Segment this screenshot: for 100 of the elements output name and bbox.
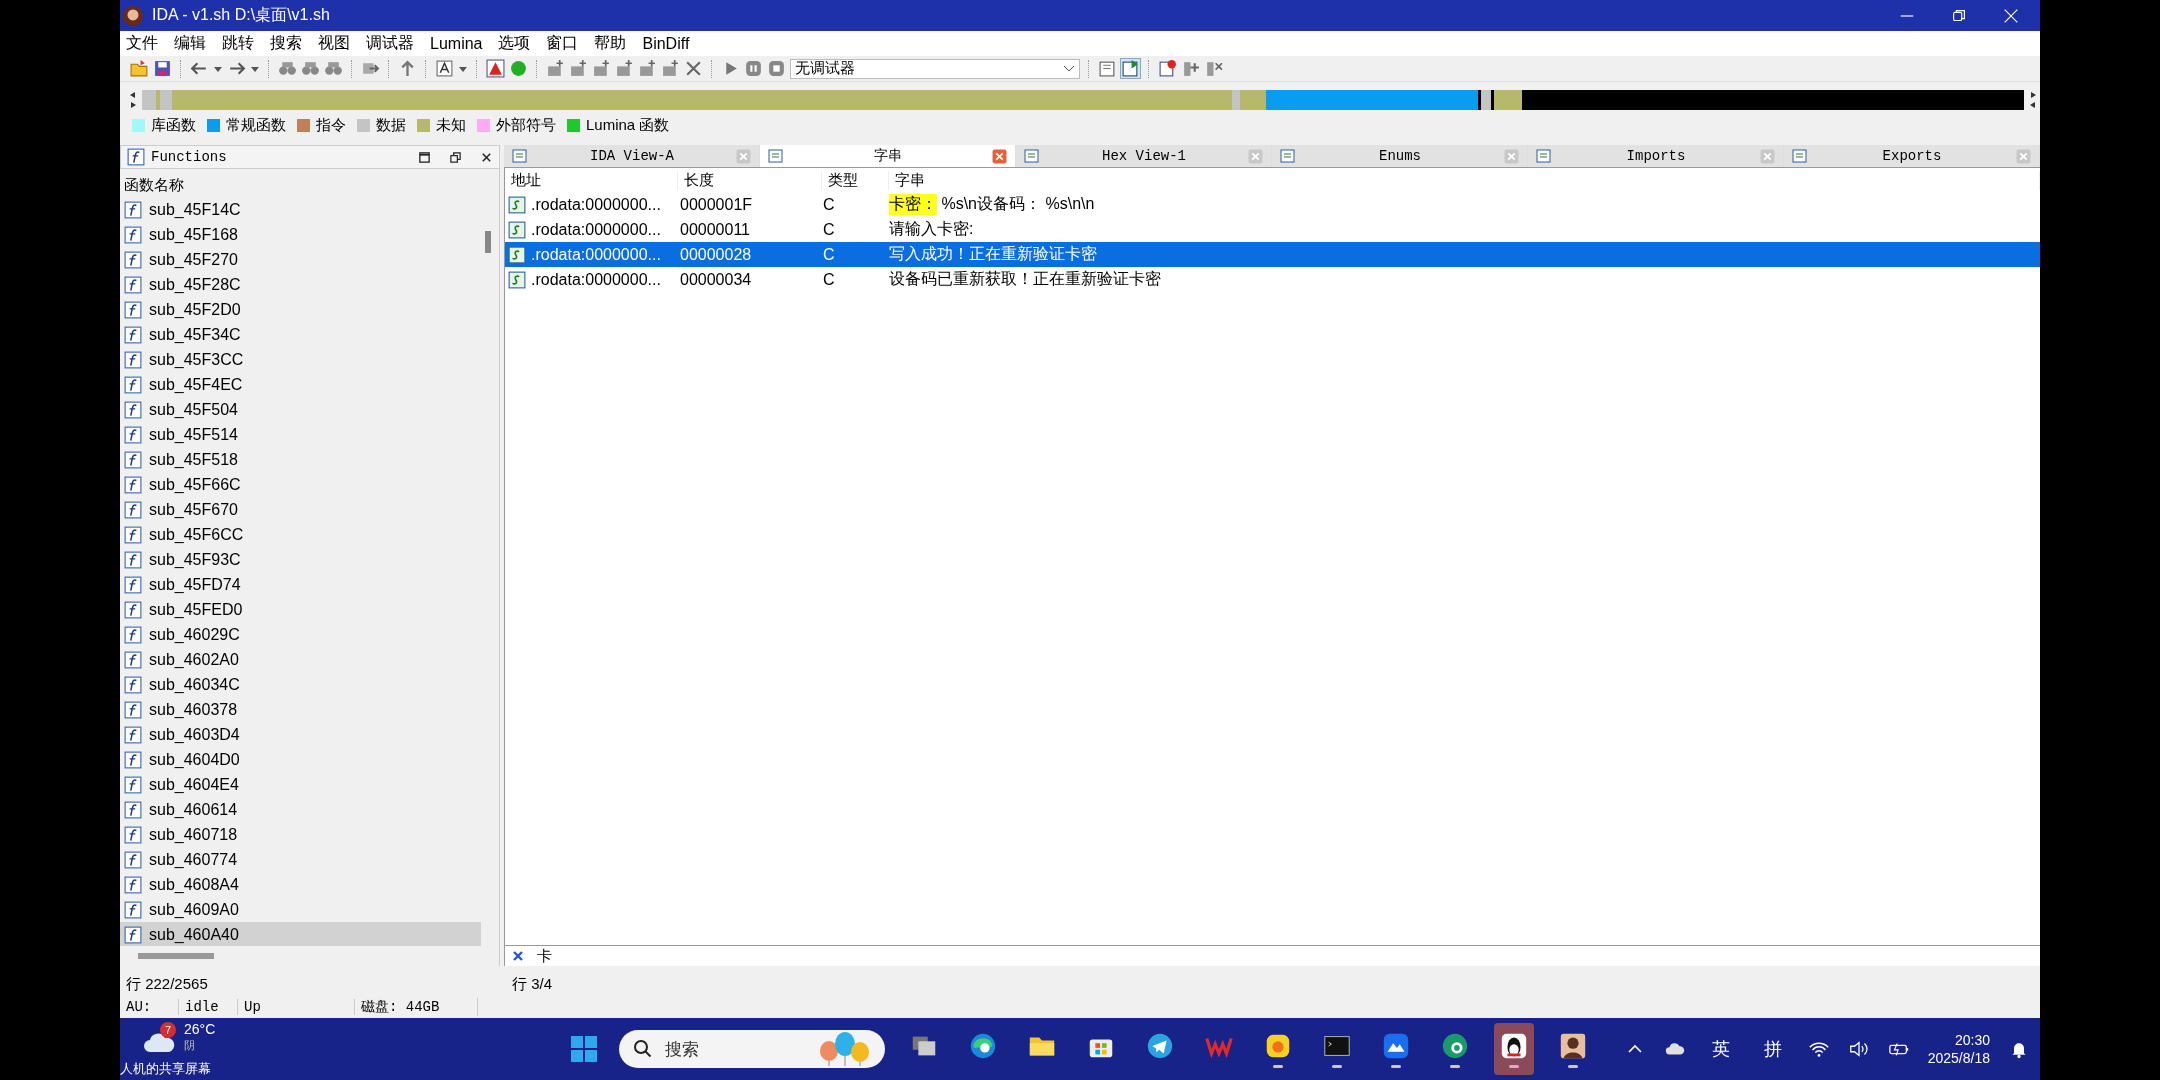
menu-item[interactable]: 调试器 [366,33,414,54]
add-segment-icon[interactable] [615,59,634,78]
debugger-dropdown[interactable]: 无调试器 [790,58,1080,79]
search-field[interactable]: 卡 [537,946,552,966]
menu-item[interactable]: BinDiff [642,34,690,53]
function-item[interactable]: sub_460614 [120,797,481,822]
function-item[interactable]: sub_45FD74 [120,572,481,597]
tab[interactable]: Imports [1528,145,1784,167]
binoculars-icon[interactable] [278,59,297,78]
run-window-icon[interactable] [1121,59,1140,78]
remove-breakpoint-icon[interactable] [1204,59,1223,78]
function-item[interactable]: sub_45F66C [120,472,481,497]
table-row[interactable]: .rodata:0000000... 00000028 C 写入成功！正在重新验证卡密 [505,242,2040,267]
function-item[interactable]: sub_45F518 [120,447,481,472]
scroll-arrows-icon[interactable] [128,90,138,110]
function-item[interactable]: sub_460A40 [120,922,481,946]
function-item[interactable]: sub_45F4EC [120,372,481,397]
binoculars-icon[interactable] [301,59,320,78]
menu-item[interactable]: 窗口 [546,33,579,54]
float-icon[interactable] [449,150,462,164]
menu-item[interactable]: 跳转 [222,33,254,54]
taskbar-app[interactable] [1493,1023,1534,1075]
navigation-band[interactable] [142,90,2024,110]
function-item[interactable]: sub_45F504 [120,397,481,422]
maximize-icon[interactable] [418,150,431,164]
menu-item[interactable]: 编辑 [174,33,206,54]
tab[interactable]: Hex View-1 [1016,145,1272,167]
tab[interactable]: 字串 [760,145,1016,167]
menu-item[interactable]: 搜索 [270,33,302,54]
table-row[interactable]: .rodata:0000000... 00000011 C 请输入卡密: [505,217,2040,242]
function-item[interactable]: sub_4602A0 [120,647,481,672]
function-item[interactable]: sub_460378 [120,697,481,722]
scrollbar-thumb[interactable] [485,231,491,253]
menu-item[interactable]: Lumina [430,34,483,53]
column-header[interactable]: 类型 [822,170,889,190]
caret-icon[interactable] [1063,64,1075,73]
open-folder-icon[interactable] [130,59,149,78]
function-item[interactable]: sub_45F2D0 [120,297,481,322]
menu-item[interactable]: 帮助 [594,33,627,54]
menu-item[interactable]: 视图 [318,33,350,54]
menu-item[interactable]: 选项 [498,33,531,54]
function-item[interactable]: sub_45F3CC [120,347,481,372]
add-segment-icon[interactable] [661,59,680,78]
pause-icon[interactable] [744,59,763,78]
add-segment-icon[interactable] [546,59,565,78]
text-box-icon[interactable] [435,59,454,78]
volume-icon[interactable] [1847,1039,1870,1059]
function-item[interactable]: sub_45F34C [120,322,481,347]
function-item[interactable]: sub_45F514 [120,422,481,447]
clock[interactable]: 20:30 2025/8/18 [1927,1031,1990,1067]
function-item[interactable]: sub_460774 [120,847,481,872]
function-item[interactable]: sub_45F168 [120,222,481,247]
input-mode[interactable]: 拼 [1763,1037,1782,1061]
function-item[interactable]: sub_4604E4 [120,772,481,797]
search-field[interactable]: 搜索 [618,1030,885,1068]
function-item[interactable]: sub_46029C [120,622,481,647]
column-header[interactable]: 函数名称 [120,173,499,197]
table-row[interactable]: .rodata:0000000... 00000034 C 设备码已重新获取！正在重新验证卡密 [505,267,2040,292]
save-icon[interactable] [153,59,172,78]
breakpoint-list-icon[interactable] [1158,59,1177,78]
column-header[interactable]: 字串 [889,170,2040,190]
menu-item[interactable]: 文件 [126,33,158,54]
function-item[interactable]: sub_4609A0 [120,897,481,922]
function-item[interactable]: sub_45FED0 [120,597,481,622]
scrollbar-thumb[interactable] [138,953,214,959]
function-item[interactable]: sub_45F93C [120,547,481,572]
add-breakpoint-icon[interactable] [1181,59,1200,78]
function-item[interactable]: sub_45F670 [120,497,481,522]
legend-label: 库函数 [151,115,196,135]
tab[interactable]: Exports [1784,145,2040,167]
function-item[interactable]: sub_45F6CC [120,522,481,547]
function-item[interactable]: sub_46034C [120,672,481,697]
delete-icon[interactable] [684,59,703,78]
column-header[interactable]: 长度 [678,170,822,190]
code-window-icon[interactable] [1098,59,1117,78]
input-language[interactable]: 英 [1711,1037,1730,1061]
warning-icon[interactable] [486,59,505,78]
close-search-icon[interactable] [511,949,525,963]
function-item[interactable]: sub_4604D0 [120,747,481,772]
function-item[interactable]: sub_45F270 [120,247,481,272]
tab[interactable]: IDA View-A [504,145,760,167]
add-segment-icon[interactable] [569,59,588,78]
close-icon[interactable] [480,150,493,164]
function-item[interactable]: sub_45F14C [120,197,481,222]
column-header[interactable]: 地址 [505,170,678,190]
table-row[interactable]: .rodata:0000000... 0000001F C 卡密： %s\n设备码： %s\n\n [505,192,2040,217]
add-segment-icon[interactable] [638,59,657,78]
scroll-arrows-icon[interactable] [2028,90,2038,110]
function-icon [124,875,142,894]
status-dot-icon[interactable] [509,59,528,78]
binoculars-icon[interactable] [324,59,343,78]
function-item[interactable]: sub_4603D4 [120,722,481,747]
function-item[interactable]: sub_460718 [120,822,481,847]
tab[interactable]: Enums [1272,145,1528,167]
function-icon [124,600,142,619]
legend-label: 数据 [376,115,406,135]
add-segment-icon[interactable] [592,59,611,78]
stop-icon[interactable] [767,59,786,78]
function-item[interactable]: sub_4608A4 [120,872,481,897]
function-item[interactable]: sub_45F28C [120,272,481,297]
